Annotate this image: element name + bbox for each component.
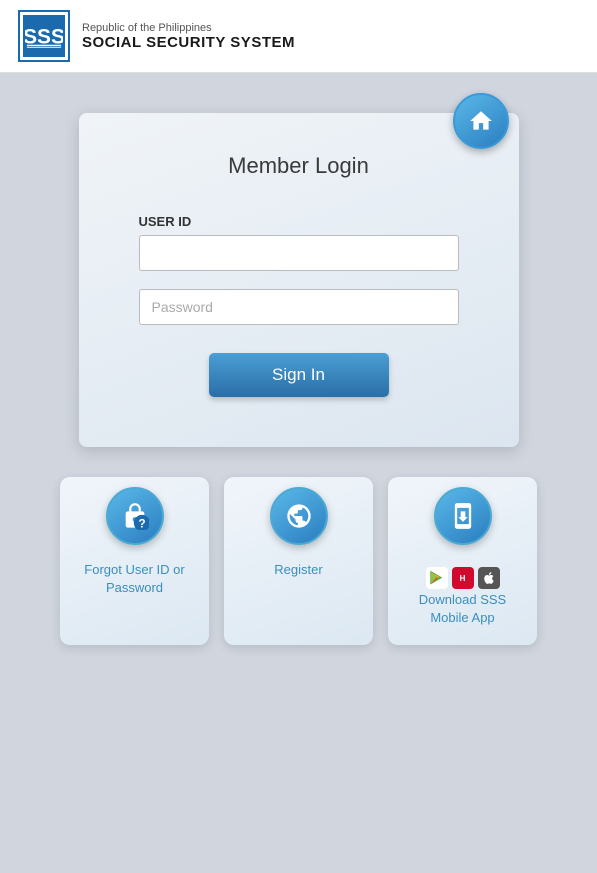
home-icon: [468, 108, 494, 134]
header-text: Republic of the Philippines SOCIAL SECUR…: [82, 22, 295, 51]
home-button[interactable]: [453, 93, 509, 149]
app-store-icons: H: [426, 567, 500, 589]
google-play-icon: [426, 567, 448, 589]
bottom-cards: ? Forgot User ID orPassword Register: [20, 477, 577, 645]
logo-inner: SSS: [23, 15, 65, 57]
main-content: Member Login USER ID Sign In ?: [0, 73, 597, 873]
download-label: Download SSSMobile App: [419, 591, 506, 627]
login-card-wrap: Member Login USER ID Sign In: [79, 113, 519, 447]
forgot-card[interactable]: ? Forgot User ID orPassword: [60, 477, 209, 645]
userid-label: USER ID: [139, 214, 459, 229]
svg-text:?: ?: [138, 518, 145, 530]
app-header: SSS Republic of the Philippines SOCIAL S…: [0, 0, 597, 73]
phone-download-icon: [449, 502, 477, 530]
sss-logo-icon: SSS: [25, 17, 63, 55]
header-subtitle: Republic of the Philippines: [82, 22, 295, 34]
login-card: Member Login USER ID Sign In: [79, 113, 519, 447]
register-icon-circle: [270, 487, 328, 545]
sss-logo: SSS: [18, 10, 70, 62]
download-card[interactable]: H Download SSSMobile App: [388, 477, 537, 645]
forgot-label: Forgot User ID orPassword: [84, 561, 184, 597]
huawei-icon: H: [452, 567, 474, 589]
login-title: Member Login: [139, 153, 459, 179]
userid-input[interactable]: [139, 235, 459, 271]
register-card[interactable]: Register: [224, 477, 373, 645]
password-input[interactable]: [139, 289, 459, 325]
header-title: SOCIAL SECURITY SYSTEM: [82, 34, 295, 51]
register-label: Register: [274, 561, 322, 579]
download-icon-circle: [434, 487, 492, 545]
forgot-icon-circle: ?: [106, 487, 164, 545]
signin-button[interactable]: Sign In: [209, 353, 389, 397]
lock-icon: ?: [121, 502, 149, 530]
password-group: [139, 289, 459, 325]
globe-icon: [285, 502, 313, 530]
userid-group: USER ID: [139, 214, 459, 271]
apple-app-store-icon: [478, 567, 500, 589]
